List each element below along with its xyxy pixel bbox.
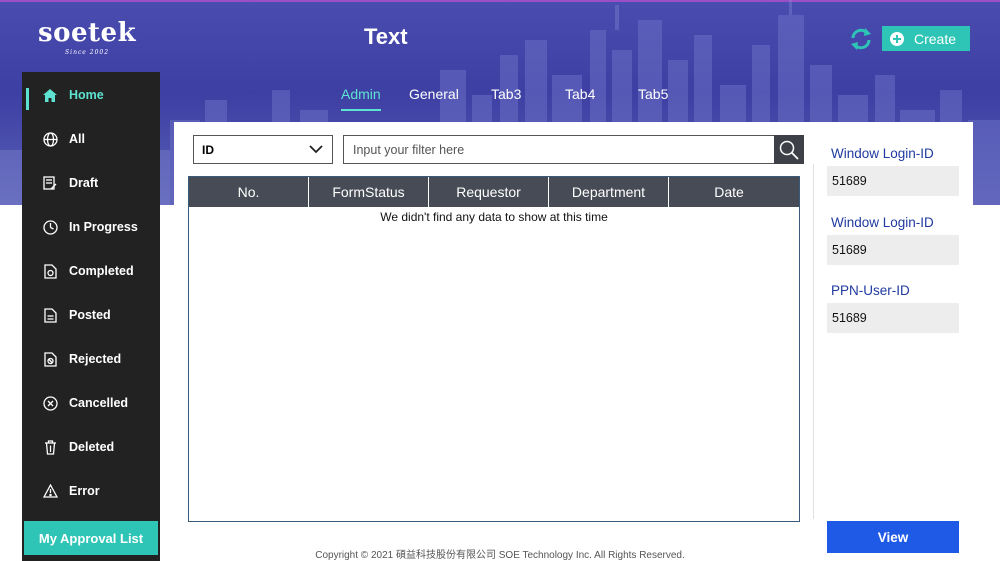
column-header-date[interactable]: Date — [669, 177, 789, 207]
column-header-no[interactable]: No. — [189, 177, 309, 207]
filter-field-value: ID — [202, 142, 214, 157]
draft-icon — [42, 175, 58, 191]
tab-label: General — [409, 86, 459, 102]
chevron-down-icon — [309, 145, 323, 154]
sidebar-item-label: Rejected — [69, 352, 122, 366]
tab-label: Admin — [341, 86, 381, 102]
panel-divider — [813, 164, 814, 519]
table-header: No. FormStatus Requestor Department Date — [189, 177, 799, 207]
copyright-footer: Copyright © 2021 碩益科技股份有限公司 SOE Technolo… — [315, 550, 685, 561]
tab-label: Tab5 — [638, 86, 669, 102]
tab-tab5[interactable]: Tab5 — [638, 86, 668, 102]
brand-tagline: Since 2002 — [65, 49, 110, 56]
filter-input[interactable] — [343, 135, 774, 164]
active-item-indicator — [26, 88, 29, 110]
sidebar-item-rejected[interactable]: Rejected — [22, 344, 160, 374]
tab-tab4[interactable]: Tab4 — [565, 86, 595, 102]
home-icon — [42, 87, 58, 103]
sidebar-item-completed[interactable]: Completed — [22, 256, 160, 286]
data-table: No. FormStatus Requestor Department Date… — [188, 176, 800, 522]
create-button[interactable]: Create — [882, 26, 970, 51]
info-value-ppn-user-id: 51689 — [827, 303, 959, 333]
info-label-window-login-id-2: Window Login-ID — [831, 215, 934, 230]
info-label-window-login-id: Window Login-ID — [831, 146, 934, 161]
info-label-ppn-user-id: PPN-User-ID — [831, 283, 910, 298]
progress-icon — [42, 219, 58, 235]
tab-general[interactable]: General — [409, 86, 459, 102]
tab-tab3[interactable]: Tab3 — [491, 86, 521, 102]
tab-label: Tab4 — [565, 86, 596, 102]
warning-icon — [42, 483, 58, 499]
sidebar-item-label: Home — [69, 88, 104, 102]
sidebar-item-label: Completed — [69, 264, 134, 278]
completed-icon — [42, 263, 58, 279]
tab-label: Tab3 — [491, 86, 522, 102]
page-title: Text — [364, 24, 408, 49]
refresh-icon[interactable] — [847, 26, 875, 52]
sidebar-item-all[interactable]: All — [22, 124, 160, 154]
sidebar-item-label: Deleted — [69, 440, 115, 454]
brand-logo[interactable]: soetek Since 2002 — [38, 18, 136, 56]
empty-table-message: We didn't find any data to show at this … — [380, 210, 608, 224]
search-button[interactable] — [774, 135, 804, 164]
search-icon — [779, 140, 799, 160]
sidebar-item-label: Error — [69, 484, 100, 498]
sidebar: Home All Draft In Progress Completed Pos… — [22, 72, 160, 561]
sidebar-item-posted[interactable]: Posted — [22, 300, 160, 330]
sidebar-item-label: Cancelled — [69, 396, 129, 410]
sidebar-item-in-progress[interactable]: In Progress — [22, 212, 160, 242]
sidebar-item-label: All — [69, 132, 85, 146]
create-button-label: Create — [914, 30, 957, 47]
sidebar-item-cancelled[interactable]: Cancelled — [22, 388, 160, 418]
globe-icon — [42, 131, 58, 147]
info-value-window-login-id-2: 51689 — [827, 235, 959, 265]
sidebar-item-label: In Progress — [69, 220, 138, 234]
trash-icon — [42, 439, 58, 455]
main-content-card: ID No. FormStatus Requestor Department D… — [174, 122, 973, 561]
plus-icon — [890, 31, 904, 46]
sidebar-item-label: Posted — [69, 308, 111, 322]
sidebar-item-deleted[interactable]: Deleted — [22, 432, 160, 462]
cancelled-icon — [42, 395, 58, 411]
column-header-department[interactable]: Department — [549, 177, 669, 207]
rejected-icon — [42, 351, 58, 367]
active-tab-indicator — [341, 109, 381, 111]
info-value-window-login-id: 51689 — [827, 166, 959, 196]
filter-field-select[interactable]: ID — [193, 135, 333, 164]
tab-admin[interactable]: Admin — [341, 86, 381, 111]
sidebar-item-label: Draft — [69, 176, 99, 190]
sidebar-item-home[interactable]: Home — [22, 80, 160, 110]
sidebar-item-error[interactable]: Error — [22, 476, 160, 506]
column-header-requestor[interactable]: Requestor — [429, 177, 549, 207]
column-header-formstatus[interactable]: FormStatus — [309, 177, 429, 207]
sidebar-item-draft[interactable]: Draft — [22, 168, 160, 198]
brand-name: soetek — [38, 18, 137, 48]
document-icon — [42, 307, 58, 323]
